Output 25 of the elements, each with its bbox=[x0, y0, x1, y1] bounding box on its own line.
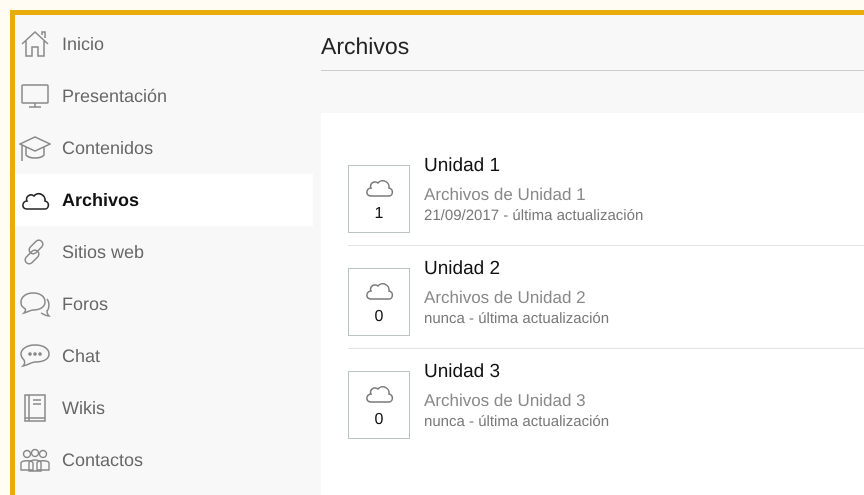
file-count: 1 bbox=[374, 205, 384, 223]
house-icon bbox=[20, 29, 50, 59]
people-icon bbox=[19, 446, 51, 474]
sidebar-item[interactable]: Chat bbox=[15, 330, 313, 382]
sidebar-item[interactable]: Archivos bbox=[15, 174, 313, 226]
file-count: 0 bbox=[374, 308, 384, 326]
folder-description: Archivos de Unidad 3 bbox=[424, 391, 587, 411]
sidebar-item[interactable]: Contactos bbox=[15, 434, 313, 486]
folder-description: Archivos de Unidad 1 bbox=[424, 185, 587, 205]
folder-title[interactable]: Unidad 3 bbox=[424, 361, 610, 383]
folder-title[interactable]: Unidad 2 bbox=[424, 258, 610, 280]
sidebar-item[interactable]: Inicio bbox=[15, 18, 313, 70]
sidebar-item[interactable]: Presentación bbox=[15, 70, 313, 122]
last-updated: nunca - última actualización bbox=[424, 310, 610, 327]
file-count: 0 bbox=[374, 411, 384, 429]
last-updated: 21/09/2017 - última actualización bbox=[424, 207, 644, 224]
sidebar-item[interactable]: Sitios web bbox=[15, 226, 313, 278]
page-title: Archivos bbox=[321, 15, 864, 71]
folder-title[interactable]: Unidad 1 bbox=[424, 155, 644, 177]
sidebar-item[interactable]: Foros bbox=[15, 278, 313, 330]
sidebar-item[interactable]: Wikis bbox=[15, 382, 313, 434]
folder-description: Archivos de Unidad 2 bbox=[424, 288, 587, 308]
last-updated: nunca - última actualización bbox=[424, 413, 610, 430]
chat-bubble-icon bbox=[19, 342, 51, 370]
sidebar-item[interactable]: Contenidos bbox=[15, 122, 313, 174]
